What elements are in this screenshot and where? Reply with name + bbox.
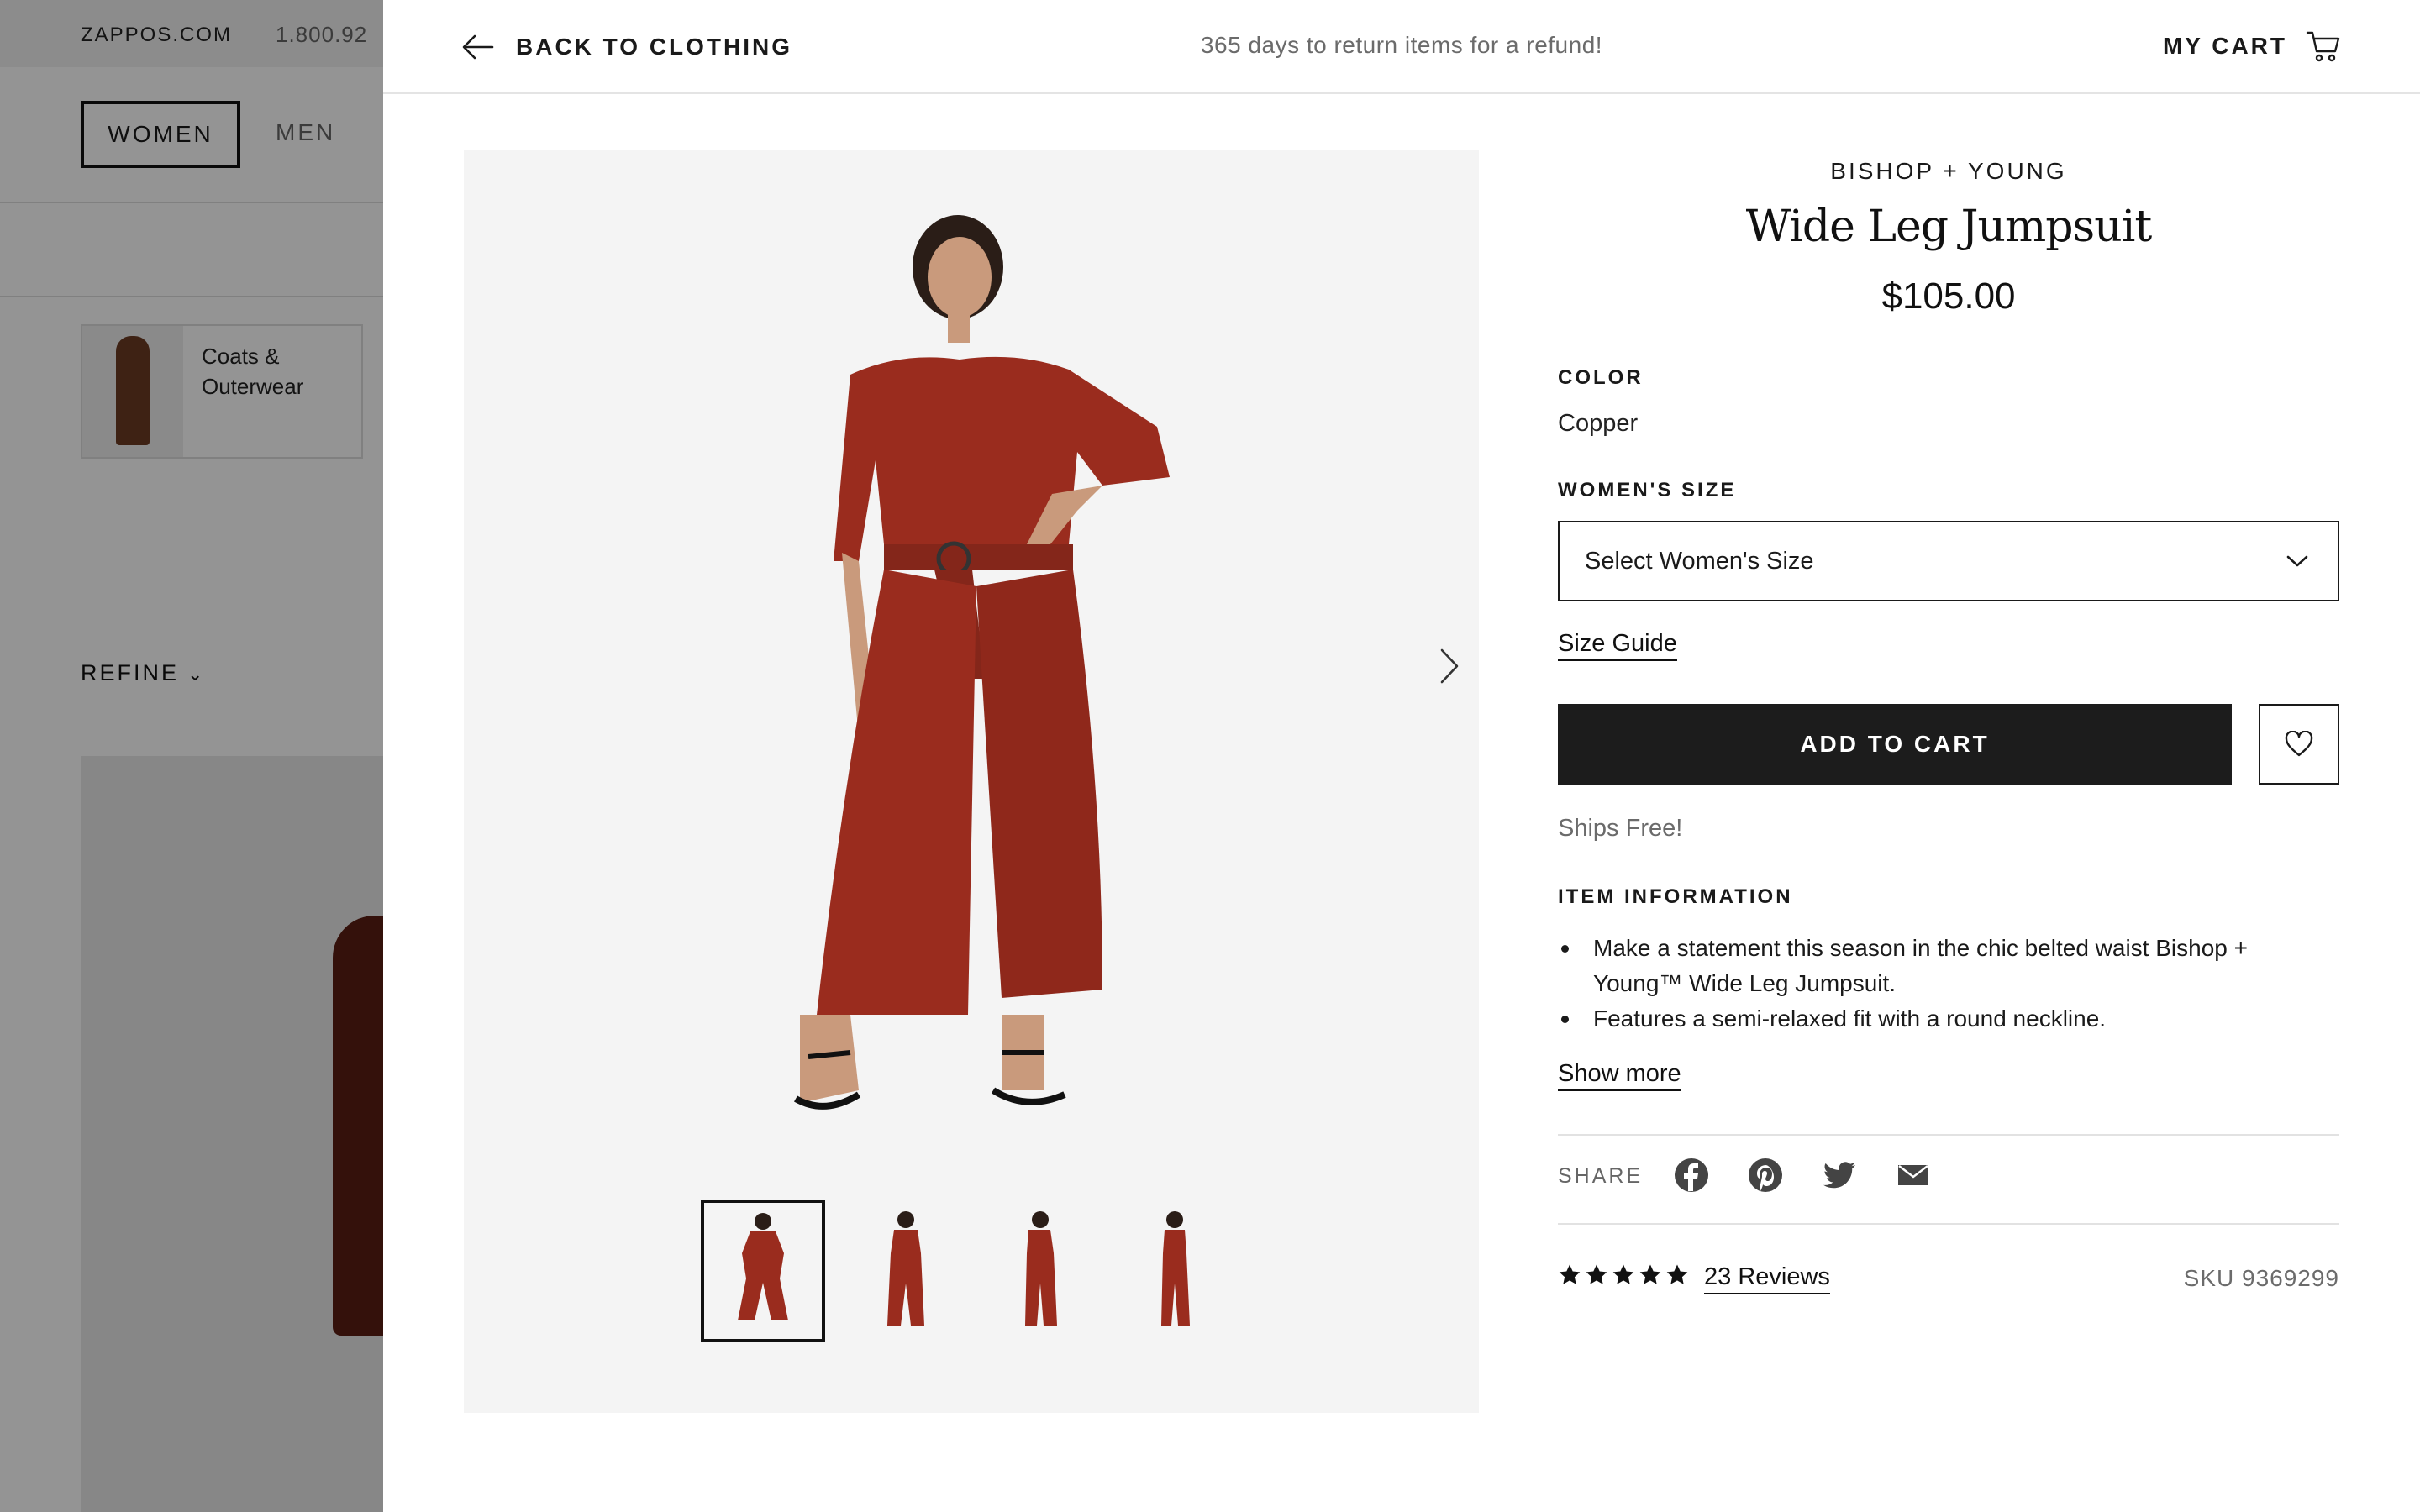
thumbnail-1[interactable] <box>701 1200 825 1342</box>
thumbnail-4[interactable] <box>1113 1200 1237 1342</box>
item-info-list: Make a statement this season in the chic… <box>1558 931 2339 1037</box>
shipping-note: Ships Free! <box>1558 815 1683 842</box>
panel-header: BACK TO CLOTHING 365 days to return item… <box>383 0 2420 94</box>
brand-name[interactable]: BISHOP + YOUNG <box>1558 158 2339 185</box>
my-cart-link[interactable]: MY CART <box>2163 25 2341 67</box>
share-icons <box>1674 1158 1931 1193</box>
product-sku: SKU 9369299 <box>2183 1265 2339 1291</box>
color-value: Copper <box>1558 410 1639 437</box>
color-label: COLOR <box>1558 366 1644 389</box>
return-policy-note: 365 days to return items for a refund! <box>1200 32 1603 58</box>
star-icon <box>1639 1264 1661 1284</box>
size-label: WOMEN'S SIZE <box>1558 479 1737 501</box>
thumbnail-3[interactable] <box>978 1200 1102 1342</box>
product-quickview-panel: BACK TO CLOTHING 365 days to return item… <box>383 0 2420 1512</box>
star-icon <box>1559 1264 1581 1284</box>
cart-label: MY CART <box>2162 33 2287 59</box>
pinterest-icon[interactable] <box>1748 1158 1783 1193</box>
star-icon <box>1612 1264 1634 1284</box>
share-label: SHARE <box>1558 1164 1644 1188</box>
divider <box>1558 1223 2339 1225</box>
twitter-icon[interactable] <box>1822 1158 1857 1193</box>
thumbnail-strip <box>464 1200 1479 1342</box>
heart-icon <box>2285 731 2313 757</box>
reviews-link[interactable]: 23 Reviews <box>1704 1263 1830 1294</box>
product-gallery <box>464 150 1479 1413</box>
show-more-link[interactable]: Show more <box>1558 1060 1681 1091</box>
favorite-button[interactable] <box>2259 704 2339 785</box>
facebook-icon[interactable] <box>1674 1158 1709 1193</box>
add-to-cart-button[interactable]: ADD TO CART <box>1558 704 2232 785</box>
star-icon <box>1586 1264 1607 1284</box>
cart-icon <box>2306 31 2340 62</box>
list-item: Features a semi-relaxed fit with a round… <box>1558 1001 2339 1037</box>
size-guide-link[interactable]: Size Guide <box>1558 630 1677 661</box>
size-select-value: Select Women's Size <box>1585 547 1814 575</box>
divider <box>1558 1134 2339 1136</box>
list-item: Make a statement this season in the chic… <box>1558 931 2339 1001</box>
thumbnail-2[interactable] <box>844 1200 968 1342</box>
product-main-image[interactable] <box>464 150 1479 1191</box>
email-icon[interactable] <box>1896 1158 1931 1193</box>
chevron-down-icon <box>2286 555 2308 567</box>
product-title: Wide Leg Jumpsuit <box>1745 202 2153 252</box>
star-icon <box>1666 1264 1688 1284</box>
star-rating <box>1558 1263 1689 1287</box>
size-select[interactable]: Select Women's Size <box>1558 521 2339 601</box>
item-info-label: ITEM INFORMATION <box>1558 885 1793 908</box>
product-price: $105.00 <box>1881 276 2016 317</box>
chevron-right-icon[interactable] <box>1432 645 1465 687</box>
